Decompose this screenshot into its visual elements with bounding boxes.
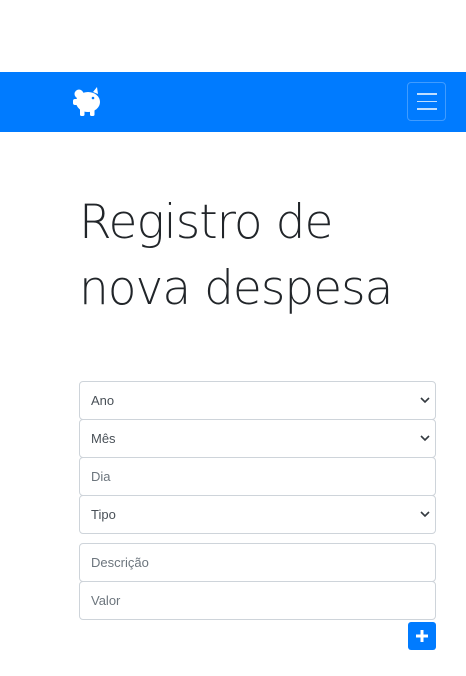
ano-select[interactable]: Ano [79,381,436,420]
descricao-input-placeholder: Descrição [91,555,149,570]
piggy-bank-icon [73,87,100,116]
expense-form: Ano Mês Dia Tipo Descrição Valor [79,381,436,650]
hamburger-menu-icon [416,93,437,95]
descricao-input[interactable]: Descrição [79,543,436,582]
navbar-toggle-button[interactable] [407,82,446,121]
plus-icon [416,630,428,642]
page-title: Registro de nova despesa [79,195,393,316]
top-blank-area [0,0,466,72]
navbar [0,72,466,132]
add-expense-button[interactable] [408,622,436,650]
ano-select-value: Ano [91,393,115,408]
valor-input[interactable]: Valor [79,581,436,620]
main-content: Registro de nova despesa Ano Mês Dia Tip… [0,132,466,650]
mes-select-value: Mês [91,431,116,446]
valor-input-placeholder: Valor [91,593,121,608]
tipo-select-value: Tipo [91,507,116,522]
chevron-down-icon [420,435,430,442]
chevron-down-icon [420,511,430,518]
brand-logo[interactable] [71,85,105,119]
dia-input-placeholder: Dia [91,469,111,484]
mes-select[interactable]: Mês [79,419,436,458]
tipo-select[interactable]: Tipo [79,495,436,534]
chevron-down-icon [420,397,430,404]
dia-input[interactable]: Dia [79,457,436,496]
